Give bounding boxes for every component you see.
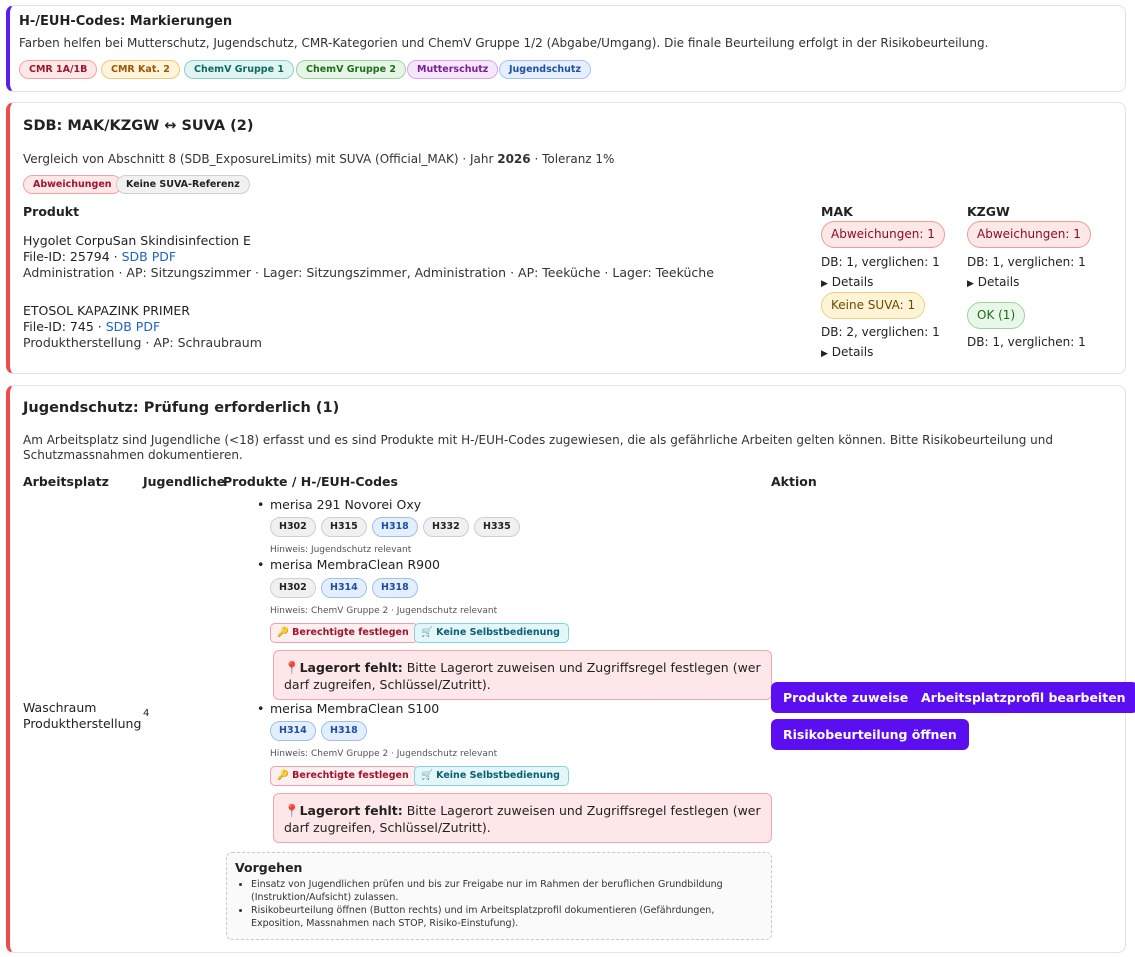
js-product-hint: Hinweis: ChemV Gruppe 2 · Jugendschutz r… (270, 749, 498, 759)
js-col-produkte: Produkte / H-/EUH-Codes (223, 474, 398, 489)
produkte-zuweisen-button[interactable]: Produkte zuweisen (771, 682, 930, 713)
hcode-badge: H335 (474, 517, 520, 537)
vorgehen-box: Vorgehen Einsatz von Jugendlichen prüfen… (226, 852, 772, 940)
berechtigte-tag: 🔑 Berechtigte festlegen (270, 623, 418, 643)
js-product-hint: Hinweis: ChemV Gruppe 2 · Jugendschutz r… (270, 606, 498, 616)
js-youth-count: 4 (143, 708, 150, 719)
hcode-badge: H314 (270, 721, 316, 741)
sdb-product-fileid: File-ID: 745 · SDB PDF (23, 319, 161, 334)
js-workplace-name: Waschraum (23, 700, 97, 715)
sdb-col-mak: MAK (821, 204, 853, 219)
sdb-product-name: ETOSOL KAPAZINK PRIMER (23, 303, 190, 318)
legend-card: H-/EUH-Codes: Markierungen Farben helfen… (6, 5, 1126, 92)
js-title: Jugendschutz: Prüfung erforderlich (1) (23, 400, 340, 416)
legend-pill-jugendschutz: Jugendschutz (499, 60, 591, 79)
mak-details-toggle[interactable]: ▶ Details (821, 275, 873, 289)
js-col-aktion: Aktion (771, 474, 817, 489)
sdb-badge-abweichungen: Abweichungen (23, 175, 122, 194)
js-product-name: merisa 291 Novorei Oxy (257, 497, 421, 512)
lagerort-alert: 📍Lagerort fehlt: Bitte Lagerort zuweisen… (273, 650, 772, 700)
sdb-product-location: Produktherstellung · AP: Schraubraum (23, 335, 262, 350)
js-col-jugendliche: Jugendliche (143, 474, 226, 489)
kzgw-details-toggle[interactable]: ▶ Details (967, 275, 1019, 289)
sdb-product-fileid: File-ID: 25794 · SDB PDF (23, 249, 177, 264)
js-description: Am Arbeitsplatz sind Jugendliche (<18) e… (23, 433, 1053, 462)
hcode-badge: H302 (270, 517, 316, 537)
pin-icon: 📍 (284, 660, 300, 675)
legend-title: H-/EUH-Codes: Markierungen (19, 14, 233, 29)
js-product-name: merisa MembraClean S100 (257, 701, 439, 716)
lagerort-alert: 📍Lagerort fehlt: Bitte Lagerort zuweisen… (273, 793, 772, 843)
legend-pill-cmr-kat2: CMR Kat. 2 (101, 60, 180, 79)
vorgehen-title: Vorgehen (235, 860, 303, 875)
sdb-pdf-link[interactable]: SDB PDF (106, 319, 160, 334)
mak-status-badge: Keine SUVA: 1 (821, 292, 926, 319)
sdb-badge-keine-suva: Keine SUVA-Referenz (116, 175, 250, 194)
hcode-badge: H315 (321, 517, 367, 537)
js-product-hint: Hinweis: Jugendschutz relevant (270, 545, 412, 555)
sdb-description: Vergleich von Abschnitt 8 (SDB_ExposureL… (23, 152, 615, 166)
sdb-col-kzgw: KZGW (967, 204, 1010, 219)
legend-pill-mutterschutz: Mutterschutz (407, 60, 499, 79)
kzgw-status-badge: OK (1) (967, 302, 1026, 329)
jugendschutz-card: Jugendschutz: Prüfung erforderlich (1) A… (6, 385, 1135, 953)
triangle-right-icon: ▶ (821, 349, 828, 359)
legend-pill-cmr-1a1b: CMR 1A/1B (19, 60, 98, 79)
selbstbedienung-tag: 🛒 Keine Selbstbedienung (414, 623, 569, 643)
mak-db-info: DB: 1, verglichen: 1 (821, 255, 940, 269)
js-col-arbeitsplatz: Arbeitsplatz (23, 474, 109, 489)
vorgehen-item: Risikobeurteilung öffnen (Button rechts)… (251, 904, 763, 930)
mak-status-badge: Abweichungen: 1 (821, 221, 945, 248)
key-icon: 🔑 (277, 627, 289, 638)
cart-icon: 🛒 (421, 770, 433, 781)
sdb-product-name: Hygolet CorpuSan Skindisinfection E (23, 233, 251, 248)
sdb-card: SDB: MAK/KZGW ↔ SUVA (2) Vergleich von A… (6, 102, 1126, 374)
vorgehen-item: Einsatz von Jugendlichen prüfen und bis … (251, 878, 763, 904)
pin-icon: 📍 (284, 803, 300, 818)
kzgw-status-badge: Abweichungen: 1 (967, 221, 1091, 248)
kzgw-db-info: DB: 1, verglichen: 1 (967, 335, 1086, 349)
sdb-pdf-link[interactable]: SDB PDF (122, 249, 176, 264)
sdb-year: 2026 (497, 152, 531, 166)
hcode-badge: H318 (321, 721, 367, 741)
sdb-product-location: Administration · AP: Sitzungszimmer · La… (23, 265, 714, 280)
legend-description: Farben helfen bei Mutterschutz, Jugendsc… (19, 36, 989, 50)
triangle-right-icon: ▶ (967, 279, 974, 289)
hcode-badge: H302 (270, 578, 316, 598)
sdb-title: SDB: MAK/KZGW ↔ SUVA (2) (23, 118, 254, 134)
js-product-name: merisa MembraClean R900 (257, 557, 440, 572)
legend-pill-chemv-2: ChemV Gruppe 2 (296, 60, 406, 79)
js-workplace-area: Produktherstellung (23, 716, 142, 731)
hcode-badge: H318 (372, 517, 418, 537)
sdb-col-produkt: Produkt (23, 204, 80, 219)
risikobeurteilung-button[interactable]: Risikobeurteilung öffnen (771, 719, 969, 750)
arbeitsplatzprofil-button[interactable]: Arbeitsplatzprofil bearbeiten (909, 682, 1135, 713)
cart-icon: 🛒 (421, 627, 433, 638)
kzgw-db-info: DB: 1, verglichen: 1 (967, 255, 1086, 269)
berechtigte-tag: 🔑 Berechtigte festlegen (270, 766, 418, 786)
triangle-right-icon: ▶ (821, 279, 828, 289)
selbstbedienung-tag: 🛒 Keine Selbstbedienung (414, 766, 569, 786)
hcode-badge: H318 (372, 578, 418, 598)
mak-details-toggle[interactable]: ▶ Details (821, 345, 873, 359)
hcode-badge: H314 (321, 578, 367, 598)
hcode-badge: H332 (423, 517, 469, 537)
legend-pill-chemv-1: ChemV Gruppe 1 (184, 60, 294, 79)
mak-db-info: DB: 2, verglichen: 1 (821, 325, 940, 339)
key-icon: 🔑 (277, 770, 289, 781)
